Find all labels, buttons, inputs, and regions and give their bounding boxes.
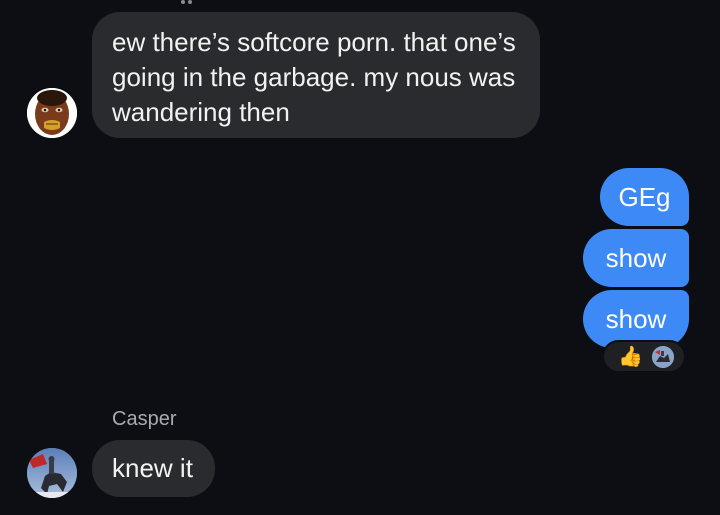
sender-name: Casper bbox=[112, 408, 177, 430]
message-text: show bbox=[605, 304, 667, 334]
equestrian-avatar-icon bbox=[27, 448, 77, 498]
reactor-avatar bbox=[652, 346, 674, 368]
contact-avatar[interactable] bbox=[27, 88, 77, 138]
casper-avatar[interactable] bbox=[27, 448, 77, 498]
thumbs-up-icon: 👍 bbox=[618, 346, 643, 368]
message-text: GEg bbox=[618, 182, 671, 212]
message-bubble-outgoing[interactable]: GEg bbox=[600, 168, 689, 226]
message-text-line: going in the garbage. my nous was bbox=[112, 62, 516, 92]
message-text-line: ew there’s softcore porn. that one’s bbox=[112, 27, 516, 57]
truncated-text-dots bbox=[181, 0, 192, 4]
message-bubble-incoming[interactable]: ew there’s softcore porn. that one’s goi… bbox=[92, 12, 540, 138]
face-avatar-icon bbox=[27, 88, 77, 138]
message-bubble-outgoing[interactable]: show bbox=[583, 229, 689, 287]
message-text-line: wandering then bbox=[112, 97, 290, 127]
message-bubble-incoming[interactable]: knew it bbox=[92, 440, 215, 497]
reaction-pill[interactable]: 👍 bbox=[602, 340, 686, 373]
message-text: knew it bbox=[112, 453, 193, 483]
chat-thread: ew there’s softcore porn. that one’s goi… bbox=[0, 0, 720, 515]
rider-avatar-icon bbox=[652, 346, 674, 368]
message-text: show bbox=[605, 243, 667, 273]
